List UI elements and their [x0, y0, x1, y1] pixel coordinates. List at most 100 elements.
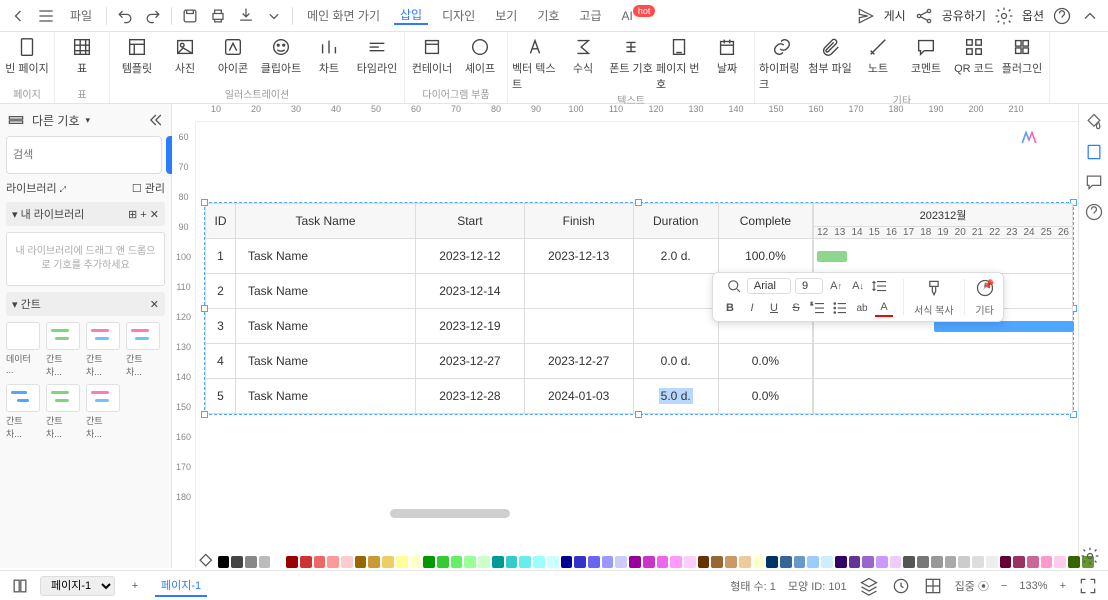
color-swatch[interactable] [382, 556, 394, 568]
color-swatch[interactable] [341, 556, 353, 568]
color-swatch[interactable] [437, 556, 449, 568]
color-swatch[interactable] [506, 556, 518, 568]
color-swatch[interactable] [259, 556, 271, 568]
color-swatch[interactable] [574, 556, 586, 568]
help-panel-icon[interactable] [1084, 202, 1104, 222]
color-swatch[interactable] [451, 556, 463, 568]
settings-icon[interactable] [1080, 546, 1100, 566]
thumb-gantt[interactable]: 간트 차... [6, 384, 40, 440]
page-tab[interactable]: 페이지-1 [155, 575, 207, 597]
color-swatch[interactable] [533, 556, 545, 568]
color-swatch[interactable] [766, 556, 778, 568]
color-swatch[interactable] [615, 556, 627, 568]
color-swatch[interactable] [300, 556, 312, 568]
share-icon[interactable] [914, 6, 934, 26]
font-decrease-icon[interactable]: A↓ [849, 277, 867, 295]
resize-handle[interactable] [201, 305, 208, 312]
color-swatch[interactable] [602, 556, 614, 568]
gear-icon[interactable] [994, 6, 1014, 26]
color-swatch[interactable] [876, 556, 888, 568]
help-icon[interactable] [1052, 6, 1072, 26]
color-swatch[interactable] [218, 556, 230, 568]
color-swatch[interactable] [1041, 556, 1053, 568]
redo-icon[interactable] [143, 6, 163, 26]
back-icon[interactable] [8, 6, 28, 26]
options-label[interactable]: 옵션 [1022, 7, 1044, 24]
ribbon-page-number[interactable]: 페이지 번호 [656, 36, 702, 92]
font-select[interactable]: Arial [747, 278, 791, 294]
color-swatch[interactable] [753, 556, 765, 568]
tab-view[interactable]: 보기 [489, 7, 523, 24]
grid-icon[interactable] [923, 576, 943, 596]
tab-symbol[interactable]: 기호 [531, 7, 565, 24]
color-swatch[interactable] [739, 556, 751, 568]
color-swatch[interactable] [821, 556, 833, 568]
color-swatch[interactable] [588, 556, 600, 568]
tab-ai[interactable]: AIhot [616, 9, 662, 23]
color-swatch[interactable] [478, 556, 490, 568]
color-swatch[interactable] [807, 556, 819, 568]
color-swatch[interactable] [561, 556, 573, 568]
ribbon-date[interactable]: 날짜 [704, 36, 750, 92]
resize-handle[interactable] [201, 199, 208, 206]
floating-text-toolbar[interactable]: Arial 9 A↑ A↓ B I U S 1 ab A [712, 272, 1004, 322]
ribbon-blank-page[interactable]: 빈 페이지 [4, 36, 50, 86]
ribbon-shape[interactable]: 셰이프 [457, 36, 503, 86]
add-page-icon[interactable]: + [125, 576, 145, 596]
color-swatch[interactable] [958, 556, 970, 568]
underline-icon[interactable]: U [765, 299, 783, 317]
publish-label[interactable]: 게시 [884, 7, 906, 24]
color-swatch[interactable] [698, 556, 710, 568]
manage-link[interactable]: ☐ 관리 [132, 180, 165, 196]
thumb-gantt[interactable]: 간트 차... [126, 322, 160, 378]
canvas[interactable]: 1020304050607080901001101201301401501601… [172, 104, 1078, 568]
ribbon-qr[interactable]: QR 코드 [951, 36, 997, 92]
ribbon-comment[interactable]: 코멘트 [903, 36, 949, 92]
color-swatch[interactable] [327, 556, 339, 568]
bullet-list-icon[interactable] [831, 299, 849, 317]
color-swatch[interactable] [286, 556, 298, 568]
collapse-icon[interactable] [1080, 6, 1100, 26]
color-swatch[interactable] [835, 556, 847, 568]
color-swatch[interactable] [314, 556, 326, 568]
resize-handle[interactable] [635, 411, 642, 418]
eyedropper-icon[interactable] [196, 552, 216, 572]
color-swatch[interactable] [711, 556, 723, 568]
ribbon-chart[interactable]: 차트 [306, 36, 352, 86]
color-swatch[interactable] [368, 556, 380, 568]
color-swatch[interactable] [355, 556, 367, 568]
print-icon[interactable] [208, 6, 228, 26]
color-swatch[interactable] [231, 556, 243, 568]
ribbon-table[interactable]: 표 [59, 36, 105, 86]
horizontal-scrollbar[interactable] [390, 509, 510, 518]
size-select[interactable]: 9 [795, 278, 823, 294]
color-swatch[interactable] [464, 556, 476, 568]
ribbon-photo[interactable]: 사진 [162, 36, 208, 86]
pin-icon[interactable]: 📌 [979, 275, 999, 295]
color-swatch[interactable] [1013, 556, 1025, 568]
pages-icon[interactable] [10, 576, 30, 596]
properties-icon[interactable] [1084, 142, 1104, 162]
color-swatch[interactable] [684, 556, 696, 568]
undo-icon[interactable] [115, 6, 135, 26]
gantt-section-header[interactable]: ▾ 간트✕ [6, 292, 165, 316]
color-swatch[interactable] [670, 556, 682, 568]
zoom-out[interactable]: − [1001, 580, 1007, 592]
color-swatch[interactable] [643, 556, 655, 568]
thumb-gantt[interactable]: 간트 차... [86, 384, 120, 440]
search-input[interactable] [6, 136, 162, 174]
color-swatch[interactable] [890, 556, 902, 568]
line-height-icon[interactable] [871, 277, 889, 295]
ribbon-clipart[interactable]: 클립아트 [258, 36, 304, 86]
ribbon-timeline[interactable]: 타임라인 [354, 36, 400, 86]
page-select[interactable]: 페이지-1 [40, 576, 115, 596]
collapse-left-icon[interactable] [145, 110, 165, 130]
color-swatch[interactable] [245, 556, 257, 568]
thumb-gantt[interactable]: 간트 차... [46, 322, 80, 378]
color-swatch[interactable] [917, 556, 929, 568]
export-icon[interactable] [236, 6, 256, 26]
ribbon-template[interactable]: 템플릿 [114, 36, 160, 86]
color-swatch[interactable] [849, 556, 861, 568]
zoom-level[interactable]: 133% [1019, 580, 1047, 592]
comment-panel-icon[interactable] [1084, 172, 1104, 192]
